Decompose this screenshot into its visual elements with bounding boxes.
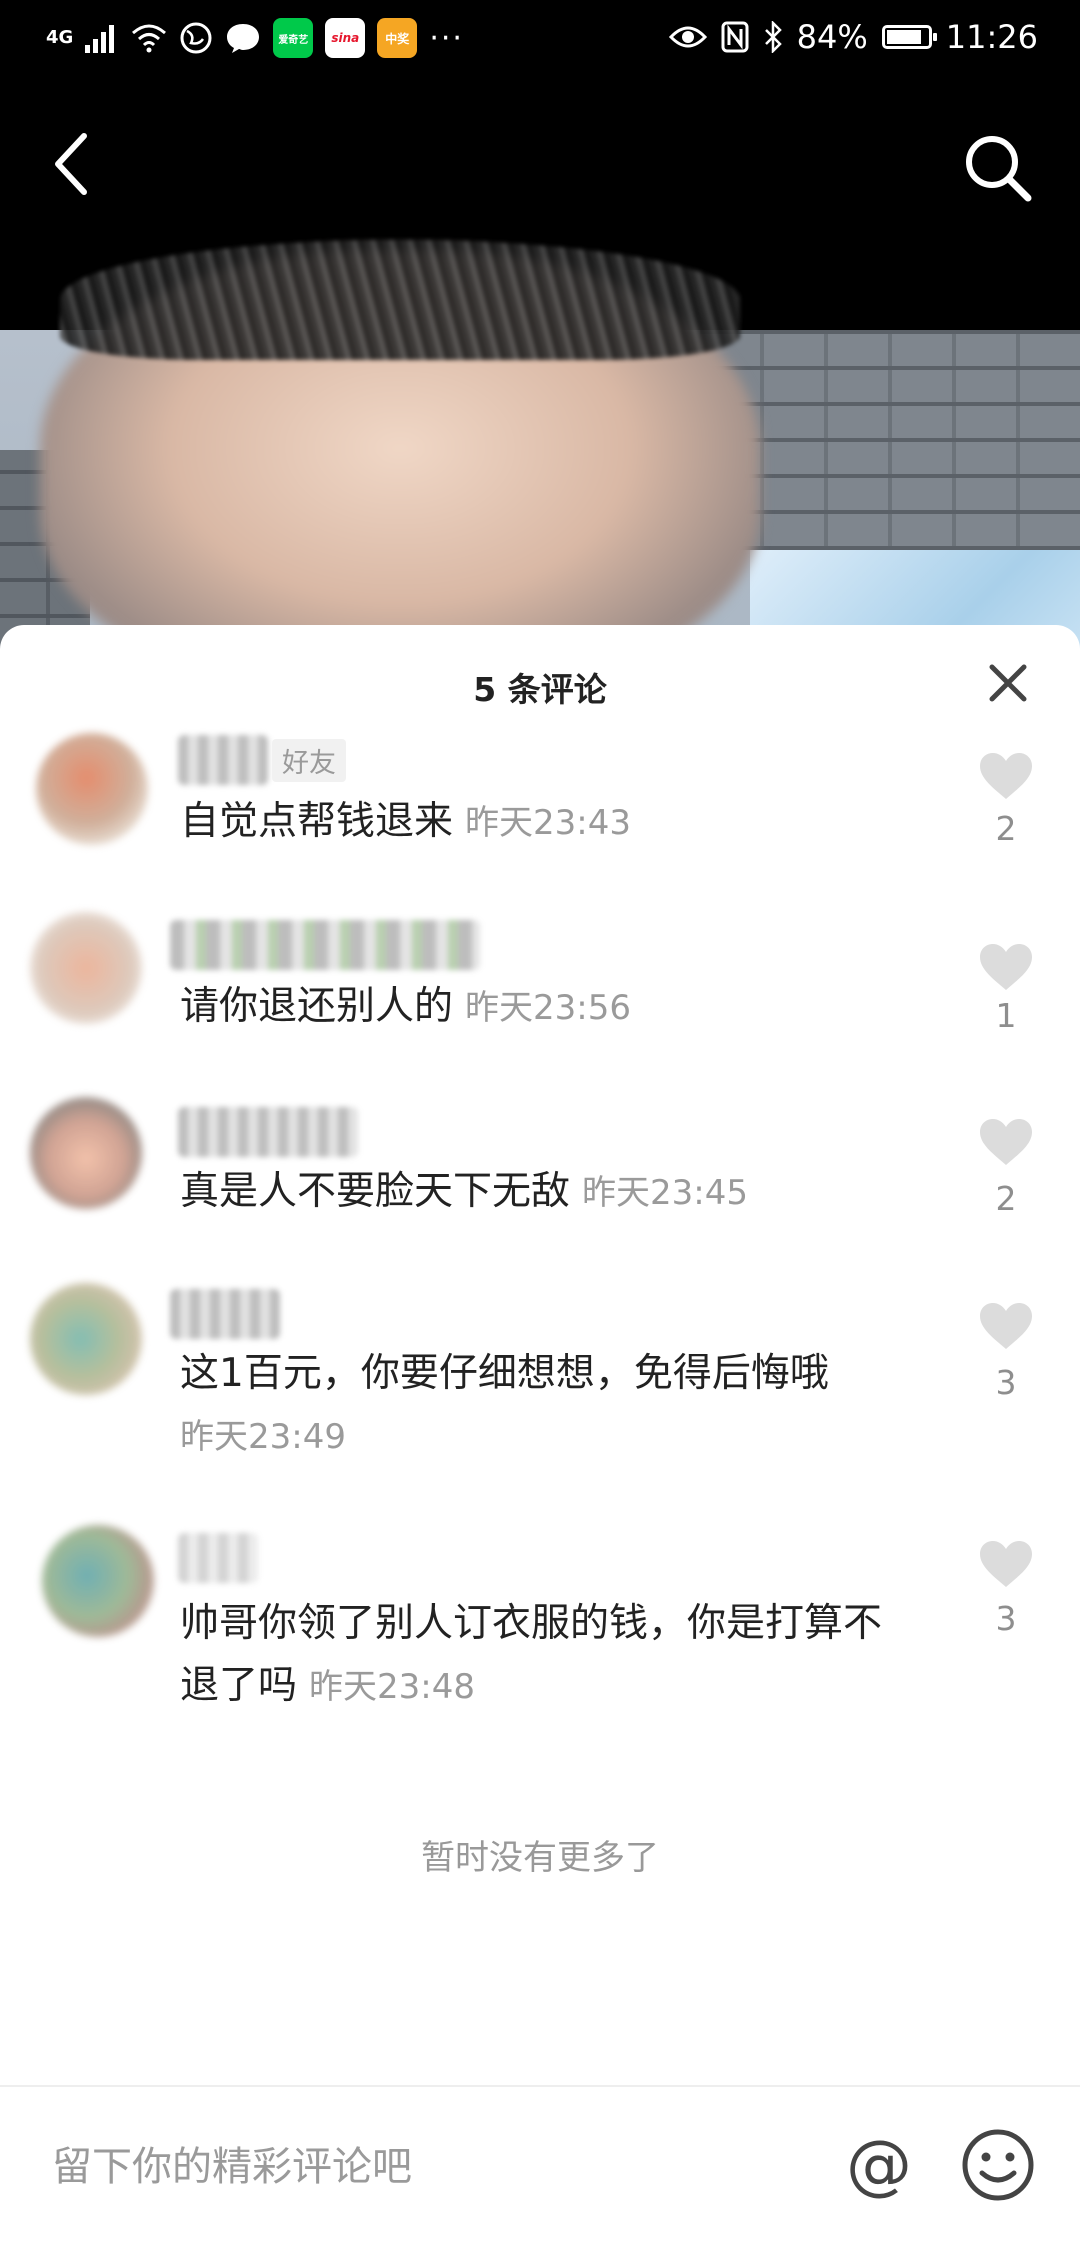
comment-time: 昨天23:49: [180, 1417, 346, 1457]
comment-body: 真是人不要脸天下无敌: [180, 1169, 571, 1214]
smiley-icon[interactable]: [960, 2127, 1036, 2203]
comment-text: 请你退还别人的 昨天23:56: [180, 976, 940, 1039]
eye-icon: [668, 26, 707, 48]
comment-item: 这1百元，你要仔细想想，免得后悔哦昨天23:49 3: [0, 1283, 1080, 1463]
heart-icon[interactable]: [978, 1301, 1034, 1351]
comments-title: 5 条评论: [473, 670, 607, 709]
comment-item: 请你退还别人的 昨天23:56 1: [0, 910, 1080, 1060]
friend-tag: 好友: [272, 739, 346, 782]
username[interactable]: [178, 1107, 358, 1157]
heart-icon[interactable]: [978, 751, 1034, 801]
nfc-icon: [721, 21, 749, 53]
status-bar: 4G 爱奇艺 sina 中奖 ··· 84% 11:26: [0, 0, 1080, 86]
battery-fill: [886, 30, 921, 44]
clock: 11:26: [945, 18, 1038, 56]
bluetooth-icon: [764, 21, 782, 53]
status-bar-left: 4G 爱奇艺 sina 中奖 ···: [46, 18, 464, 58]
username[interactable]: [178, 735, 268, 785]
iqiyi-label: 爱奇艺: [278, 34, 309, 46]
comment-time: 昨天23:45: [582, 1173, 748, 1213]
at-mention-button[interactable]: @: [840, 2127, 918, 2205]
comment-item: 帅哥你领了别人订衣服的钱，你是打算不退了吗 昨天23:48 3: [0, 1525, 1080, 1725]
avatar[interactable]: [36, 733, 148, 845]
game-app-icon: 中奖: [377, 18, 418, 58]
sina-icon: sina: [325, 18, 366, 58]
chevron-left-icon[interactable]: [44, 126, 100, 202]
comment-time: 昨天23:48: [309, 1667, 475, 1707]
like-count: 2: [995, 809, 1017, 848]
screen: 4G 爱奇艺 sina 中奖 ··· 84% 11:26 5 条评论 好友 自觉…: [0, 0, 1080, 2244]
comment-item: 好友 自觉点帮钱退来 昨天23:43 2: [0, 725, 1080, 875]
blurred-hair: [60, 240, 740, 360]
like-count: 1: [995, 996, 1017, 1035]
like-count: 3: [995, 1363, 1017, 1402]
comment-body: 这1百元，你要仔细想想，免得后悔哦: [180, 1351, 829, 1396]
game-app-label: 中奖: [385, 31, 410, 46]
comment-input-bar: @: [0, 2085, 1080, 2244]
heart-icon[interactable]: [978, 1539, 1034, 1589]
avatar[interactable]: [30, 912, 142, 1024]
signal-icon: [85, 25, 115, 53]
comment-item: 真是人不要脸天下无敌 昨天23:45 2: [0, 1097, 1080, 1247]
like-count: 3: [995, 1599, 1017, 1638]
status-bar-right: 84% 11:26: [668, 18, 1038, 56]
at-symbol: @: [846, 2127, 912, 2203]
comment-text: 这1百元，你要仔细想想，免得后悔哦昨天23:49: [180, 1343, 940, 1468]
battery-percent: 84%: [796, 18, 868, 56]
battery-icon: [881, 25, 937, 49]
username[interactable]: [178, 1533, 258, 1583]
message-icon: [227, 24, 260, 53]
comment-input[interactable]: [50, 2131, 814, 2203]
wifi-icon: [132, 24, 167, 53]
search-icon[interactable]: [960, 130, 1036, 206]
comment-text: 真是人不要脸天下无敌 昨天23:45: [180, 1161, 940, 1224]
heart-icon[interactable]: [978, 1117, 1034, 1167]
comment-body: 请你退还别人的: [180, 984, 454, 1029]
avatar[interactable]: [42, 1525, 154, 1637]
no-more-comments: 暂时没有更多了: [421, 1838, 659, 1878]
comment-body: 自觉点帮钱退来: [180, 799, 454, 844]
sina-label: sina: [331, 31, 360, 45]
comment-text: 自觉点帮钱退来 昨天23:43: [180, 791, 940, 854]
avatar[interactable]: [30, 1097, 142, 1209]
avatar[interactable]: [30, 1283, 142, 1395]
globe-icon: [180, 22, 212, 54]
iqiyi-icon: 爱奇艺: [273, 18, 314, 58]
username[interactable]: [170, 1289, 280, 1339]
comment-text: 帅哥你领了别人订衣服的钱，你是打算不退了吗 昨天23:48: [180, 1593, 900, 1718]
close-icon[interactable]: [986, 661, 1030, 705]
comments-sheet: 5 条评论 好友 自觉点帮钱退来 昨天23:43 2 请你退还别人的 昨天23:56: [0, 625, 1080, 2244]
network-type: 4G: [46, 27, 74, 48]
username[interactable]: [170, 920, 480, 970]
comment-time: 昨天23:56: [465, 988, 631, 1028]
comment-time: 昨天23:43: [465, 803, 631, 843]
comment-body: 帅哥你领了别人订衣服的钱，你是打算不退了吗: [180, 1601, 883, 1708]
heart-icon[interactable]: [978, 942, 1034, 992]
more-notifications: ···: [429, 20, 464, 56]
like-count: 2: [995, 1179, 1017, 1218]
